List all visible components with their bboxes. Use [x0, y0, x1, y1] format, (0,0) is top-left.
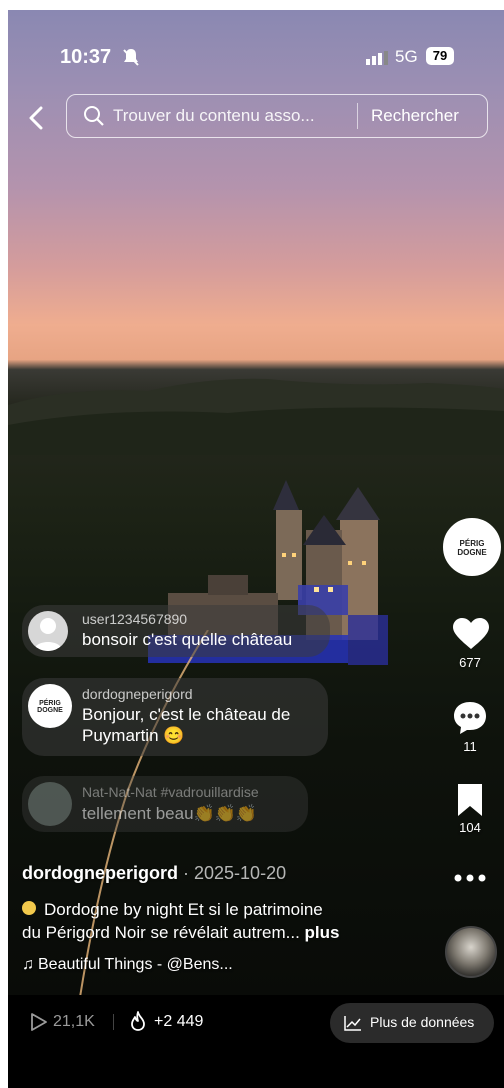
bookmark-icon[interactable] [456, 782, 484, 818]
comment-bubble[interactable]: Nat-Nat-Nat #vadrouillardise tellement b… [22, 776, 308, 832]
like-count: 677 [459, 655, 481, 670]
bottom-bar: 21,1K +2 449 Plus de données [8, 995, 504, 1088]
play-icon [31, 1013, 47, 1031]
caption-text-line1: Dordogne by night Et si le patrimoine [44, 900, 323, 919]
battery-level: 79 [426, 47, 454, 65]
more-options-icon[interactable] [454, 873, 486, 883]
caption-header: dordogneperigord · 2025-10-20 [22, 863, 286, 884]
back-icon[interactable] [26, 105, 46, 131]
author-name[interactable]: dordogneperigord [22, 863, 178, 883]
search-bar[interactable]: Trouver du contenu asso... Rechercher [66, 94, 488, 138]
caption-line1: Dordogne by night Et si le patrimoine [22, 900, 323, 920]
flame-icon [131, 1011, 145, 1031]
view-count: 21,1K [53, 1013, 95, 1030]
comment-username: user1234567890 [82, 611, 188, 627]
caption-more-button[interactable]: plus [305, 923, 340, 942]
search-input[interactable]: Trouver du contenu asso... [113, 106, 315, 126]
creator-avatar[interactable]: PÉRIG DOGNE [443, 518, 501, 576]
music-note-icon: ♫ [22, 956, 34, 973]
hills [8, 378, 504, 455]
post-date: · 2025-10-20 [183, 863, 287, 883]
music-label[interactable]: ♫ Beautiful Things - @Bens... [22, 956, 233, 974]
comment-text: bonsoir c'est quelle château [82, 630, 293, 649]
comment-bubble[interactable]: user1234567890 bonsoir c'est quelle chât… [22, 605, 330, 657]
search-button[interactable]: Rechercher [371, 106, 459, 126]
comment-text-line2: Puymartin 😊 [82, 726, 185, 745]
comment-username: Nat-Nat-Nat #vadrouillardise [82, 784, 259, 800]
save-count: 104 [459, 820, 481, 835]
chart-icon [344, 1016, 361, 1031]
more-data-label: Plus de données [370, 1014, 475, 1030]
creator-avatar-logo: PÉRIG DOGNE [457, 539, 487, 557]
silent-bell-icon [123, 49, 139, 66]
comment-bubble[interactable]: PÉRIG DOGNE dordogneperigord Bonjour, c'… [22, 678, 328, 756]
comment-text-line1: Bonjour, c'est le château de [82, 705, 291, 724]
phone-screen: 10:37 5G 79 Trouver du contenu asso... R… [8, 10, 504, 1088]
signal-icon [366, 51, 388, 65]
search-divider [357, 103, 358, 129]
moon-icon [22, 901, 36, 915]
comment-icon[interactable] [452, 700, 488, 736]
comment-count: 11 [463, 739, 477, 754]
music-disc-icon[interactable] [445, 926, 497, 978]
comment-username: dordogneperigord [82, 686, 193, 702]
dordogne-avatar: PÉRIG DOGNE [28, 684, 72, 728]
comment-text: tellement beau👏👏👏 [82, 804, 258, 823]
status-time: 10:37 [60, 46, 112, 68]
music-title: Beautiful Things - @Bens... [38, 956, 233, 973]
caption-line2: du Périgord Noir se révélait autrem... p… [22, 923, 339, 943]
more-data-button[interactable]: Plus de données [330, 1003, 494, 1043]
heart-icon[interactable] [452, 617, 490, 651]
user-avatar-icon [28, 611, 68, 651]
video-player[interactable] [8, 10, 504, 1010]
boost-count: +2 449 [154, 1013, 204, 1030]
bottom-divider [113, 1014, 114, 1030]
caption-text-line2: du Périgord Noir se révélait autrem... [22, 923, 300, 942]
network-label: 5G [395, 47, 418, 66]
dordogne-avatar-logo: PÉRIG DOGNE [37, 700, 63, 714]
search-icon [84, 106, 104, 126]
user-avatar-icon [28, 782, 72, 826]
